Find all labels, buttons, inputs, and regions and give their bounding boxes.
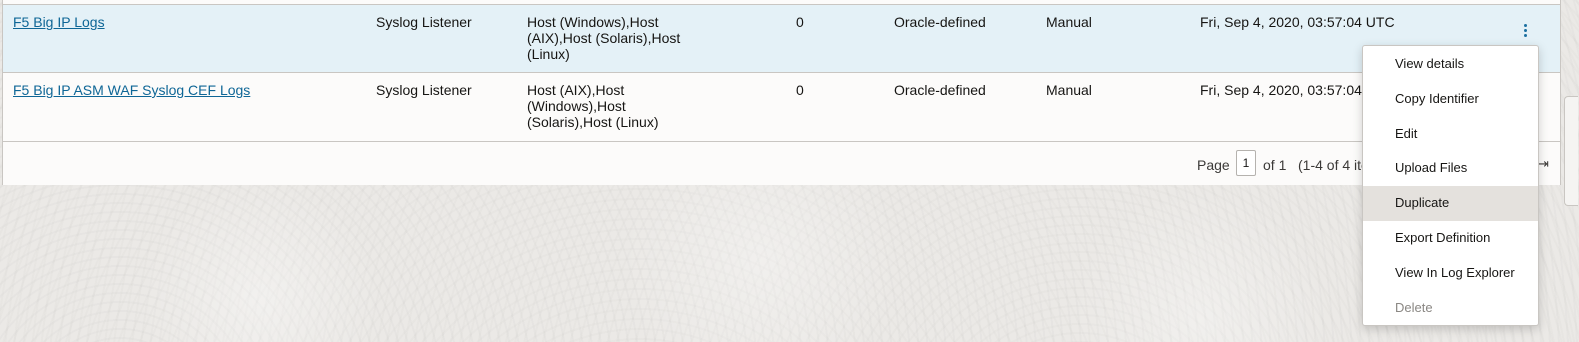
mode-cell: Manual (1046, 82, 1092, 98)
type-cell: Syslog Listener (376, 14, 472, 30)
last-updated-cell: Fri, Sep 4, 2020, 03:57:04 UTC (1200, 14, 1395, 30)
log-source-link[interactable]: F5 Big IP ASM WAF Syslog CEF Logs (13, 82, 250, 98)
page-count-label: of 1 (1263, 157, 1287, 173)
entity-types-line: (AIX),Host (Solaris),Host (527, 30, 681, 46)
menu-item-edit[interactable]: Edit (1363, 117, 1538, 152)
type-cell: Syslog Listener (376, 82, 472, 98)
entity-types-line: (Windows),Host (527, 98, 626, 114)
last-page-icon[interactable]: ⇥ (1538, 156, 1549, 172)
menu-item-export-definition[interactable]: Export Definition (1363, 221, 1538, 256)
row-actions-menu: View details Copy Identifier Edit Upload… (1362, 45, 1539, 326)
entity-types-line: (Solaris),Host (Linux) (527, 114, 659, 130)
entity-types-line: Host (Windows),Host (527, 14, 659, 30)
kebab-dot (1524, 29, 1527, 32)
menu-item-upload-files[interactable]: Upload Files (1363, 151, 1538, 186)
count-cell: 0 (796, 82, 804, 98)
entity-types-cell: Host (AIX),Host (Windows),Host (Solaris)… (527, 82, 687, 130)
log-source-link[interactable]: F5 Big IP Logs (13, 14, 105, 30)
name-cell: F5 Big IP ASM WAF Syslog CEF Logs (13, 82, 250, 98)
table-row[interactable]: F5 Big IP Logs Syslog Listener Host (Win… (3, 4, 1560, 72)
count-cell: 0 (796, 14, 804, 30)
page-label: Page (1197, 157, 1230, 173)
name-cell: F5 Big IP Logs (13, 14, 105, 30)
page-number-input[interactable]: 1 (1236, 150, 1256, 176)
origin-cell: Oracle-defined (894, 82, 986, 98)
entity-types-cell: Host (Windows),Host (AIX),Host (Solaris)… (527, 14, 687, 62)
pagination-bar: Page 1 of 1 (1-4 of 4 items) ⇥ (3, 141, 1560, 185)
menu-item-copy-identifier[interactable]: Copy Identifier (1363, 82, 1538, 117)
log-sources-table: F5 Big IP Logs Syslog Listener Host (Win… (2, 0, 1561, 185)
origin-cell: Oracle-defined (894, 14, 986, 30)
kebab-dot (1524, 24, 1527, 27)
kebab-menu-icon[interactable] (1516, 21, 1534, 41)
menu-item-delete: Delete (1395, 299, 1433, 315)
menu-item-view-in-log-explorer[interactable]: View In Log Explorer (1363, 256, 1538, 291)
side-panel-tab[interactable] (1564, 96, 1578, 206)
kebab-dot (1524, 34, 1527, 37)
mode-cell: Manual (1046, 14, 1092, 30)
entity-types-line: (Linux) (527, 46, 570, 62)
menu-item-duplicate[interactable]: Duplicate (1363, 186, 1538, 221)
table-row[interactable]: F5 Big IP ASM WAF Syslog CEF Logs Syslog… (3, 72, 1560, 141)
entity-types-line: Host (AIX),Host (527, 82, 625, 98)
menu-item-view-details[interactable]: View details (1363, 47, 1538, 82)
